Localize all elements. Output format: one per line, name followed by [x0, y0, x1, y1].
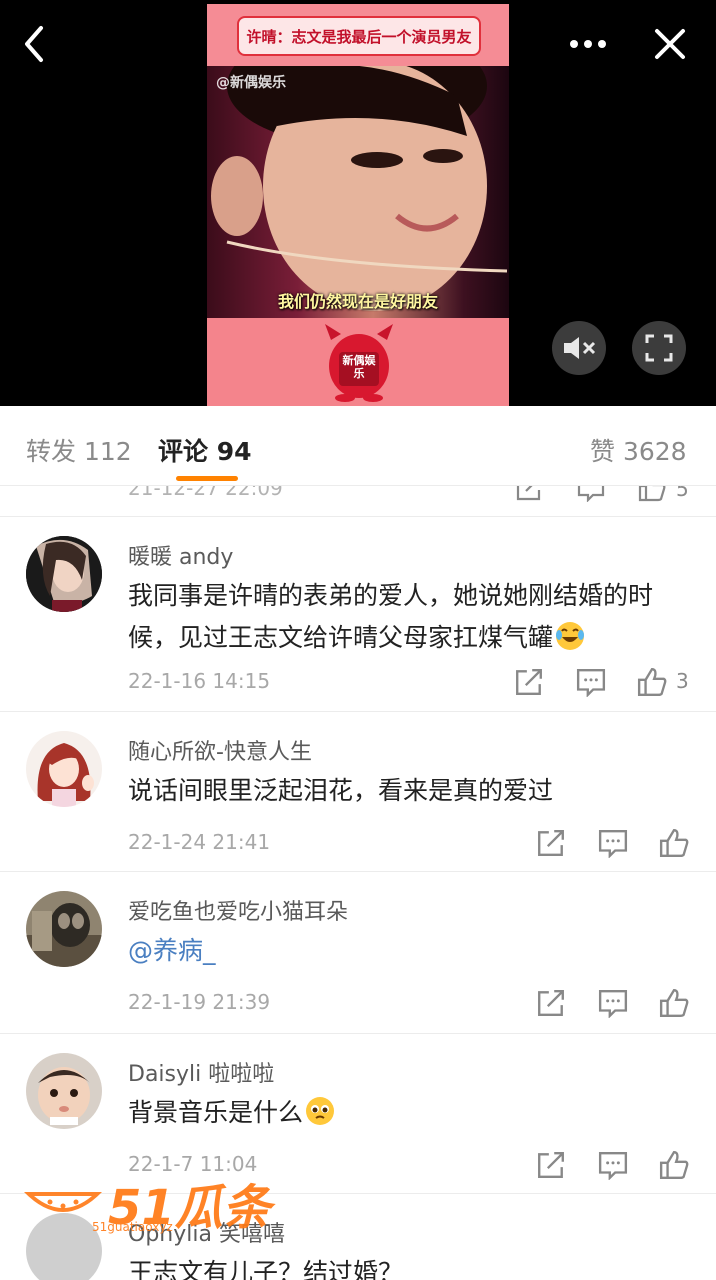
avatar[interactable]	[26, 1213, 102, 1280]
mute-button[interactable]	[552, 321, 606, 375]
close-button[interactable]	[648, 22, 692, 66]
avatar[interactable]	[26, 891, 102, 967]
comment-time: 21-12-27 22:09	[128, 486, 283, 500]
comment-text: 我同事是许晴的表弟的爱人，她说她刚结婚的时候，见过王志文给许晴父母家扛煤气罐	[128, 575, 688, 659]
commenter-name[interactable]: 暖暖 andy	[128, 539, 233, 571]
comment-text: 说话间眼里泛起泪花，看来是真的爱过	[128, 776, 554, 805]
comment-text: 背景音乐是什么	[128, 1092, 688, 1134]
comment-item: 随心所欲-快意人生 说话间眼里泛起泪花，看来是真的爱过 22-1-24 21:4…	[0, 712, 716, 872]
avatar[interactable]	[26, 731, 102, 807]
video-scene	[207, 66, 509, 318]
comment-item: Daisyli 啦啦啦 背景音乐是什么 22-1-7 11:04	[0, 1034, 716, 1194]
video-thumbnail[interactable]: 许晴：志文是我最后一个演员男友 @新偶娱乐 我们仍然现在是好朋友 新偶娱乐	[207, 4, 509, 406]
comment-item: Ophylia 笑嘻嘻 王志文有儿子？结过婚？	[0, 1194, 716, 1280]
comment-text-content: 背景音乐是什么	[128, 1098, 304, 1127]
pleading-face-emoji-icon	[306, 1097, 335, 1125]
video-player[interactable]: 许晴：志文是我最后一个演员男友 @新偶娱乐 我们仍然现在是好朋友 新偶娱乐	[0, 0, 716, 406]
comment-time: 22-1-7 11:04	[128, 1152, 258, 1176]
tab-forward-count: 112	[83, 437, 132, 466]
share-icon[interactable]	[536, 1150, 566, 1180]
thumbs-up-icon[interactable]	[659, 988, 689, 1018]
thumbs-up-icon[interactable]	[638, 486, 666, 502]
video-subtitle: 我们仍然现在是好朋友	[277, 292, 438, 311]
share-icon[interactable]	[515, 486, 543, 502]
thumbs-up-icon[interactable]	[659, 1150, 689, 1180]
reply-icon[interactable]	[598, 988, 628, 1018]
more-options-button[interactable]	[566, 22, 610, 66]
tab-forward[interactable]: 转发 112	[26, 432, 132, 468]
thumbs-up-icon[interactable]	[659, 828, 689, 858]
more-dots-icon	[570, 40, 606, 48]
mascot-logo-text: 新偶娱乐	[342, 354, 376, 380]
speaker-face-image	[211, 66, 508, 311]
tab-comment[interactable]: 评论 94	[158, 432, 252, 468]
mention-link[interactable]: @养病_	[128, 930, 688, 972]
reply-icon[interactable]	[576, 667, 606, 697]
close-icon	[655, 29, 685, 59]
tab-bar: 转发 112 评论 94 赞 3628	[0, 406, 716, 486]
comment-time: 22-1-24 21:41	[128, 830, 271, 854]
reply-icon[interactable]	[598, 828, 628, 858]
comment-item: 爱吃鱼也爱吃小猫耳朵 @养病_ 22-1-19 21:39	[0, 872, 716, 1034]
comment-time: 22-1-19 21:39	[128, 990, 271, 1014]
video-source-watermark: @新偶娱乐	[216, 75, 286, 91]
back-button[interactable]	[12, 22, 56, 66]
like-count: 5	[676, 486, 689, 501]
laughing-crying-emoji-icon	[556, 622, 585, 650]
share-icon[interactable]	[514, 667, 544, 697]
video-title-overlay: 许晴：志文是我最后一个演员男友	[237, 16, 481, 56]
tab-like[interactable]: 赞 3628	[590, 432, 687, 468]
share-icon[interactable]	[536, 828, 566, 858]
commenter-name[interactable]: 爱吃鱼也爱吃小猫耳朵	[128, 894, 348, 926]
fullscreen-icon	[645, 334, 673, 362]
back-arrow-icon	[25, 26, 43, 62]
comment-list[interactable]: 21-12-27 22:09 5 暖暖 andy 我同事是许晴的表弟的爱人，她说…	[0, 486, 716, 1280]
fullscreen-button[interactable]	[632, 321, 686, 375]
avatar[interactable]	[26, 1053, 102, 1129]
comment-time: 22-1-16 14:15	[128, 669, 271, 693]
comment-text: 王志文有儿子？结过婚？	[128, 1258, 404, 1280]
like-count: 3	[676, 669, 689, 693]
commenter-name[interactable]: Daisyli 啦啦啦	[128, 1056, 274, 1088]
tab-comment-count: 94	[216, 437, 252, 466]
tab-forward-label: 转发	[26, 437, 77, 466]
previous-comment-tail: 21-12-27 22:09 5	[0, 486, 716, 517]
tab-like-count: 3628	[622, 437, 687, 466]
tab-like-label: 赞	[590, 437, 616, 466]
avatar[interactable]	[26, 536, 102, 612]
commenter-name[interactable]: Ophylia 笑嘻嘻	[128, 1216, 285, 1248]
active-tab-indicator	[176, 476, 238, 481]
thumbs-up-icon[interactable]	[637, 667, 667, 697]
tab-comment-label: 评论	[158, 437, 209, 466]
share-icon[interactable]	[536, 988, 566, 1018]
reply-icon[interactable]	[577, 486, 605, 502]
reply-icon[interactable]	[598, 1150, 628, 1180]
commenter-name[interactable]: 随心所欲-快意人生	[128, 734, 312, 766]
comment-item: 暖暖 andy 我同事是许晴的表弟的爱人，她说她刚结婚的时候，见过王志文给许晴父…	[0, 517, 716, 712]
speaker-muted-icon	[564, 337, 596, 359]
